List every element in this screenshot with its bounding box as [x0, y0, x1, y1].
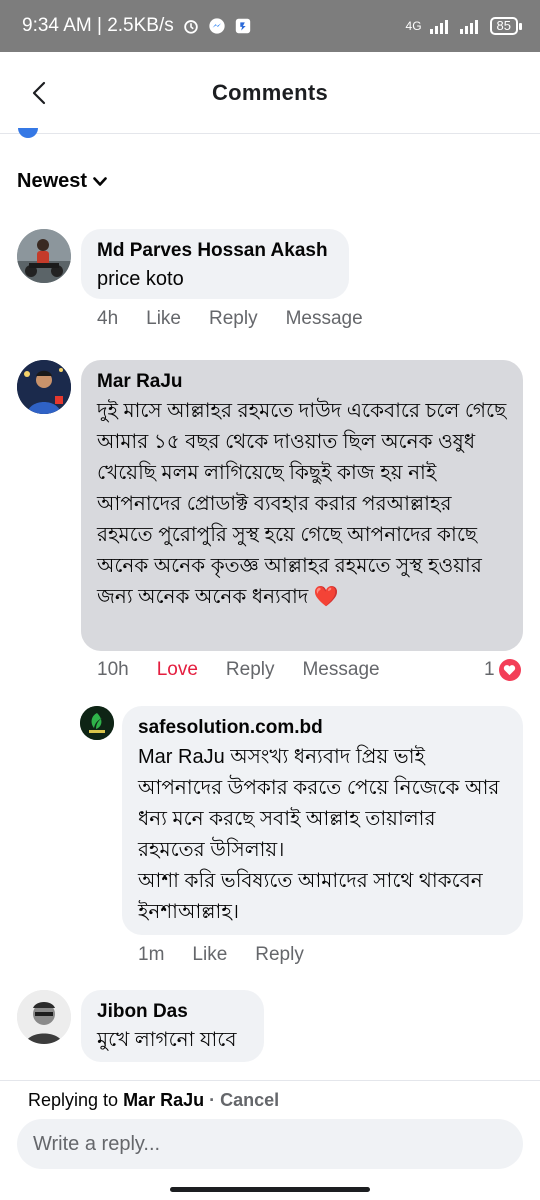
- comment-time: 4h: [97, 308, 119, 329]
- comment-bubble[interactable]: Mar RaJu দুই মাসে আল্লাহর রহমতে দাউদ একে…: [81, 360, 523, 651]
- page-avatar[interactable]: [80, 706, 114, 740]
- messenger-icon: [209, 18, 225, 34]
- comment-actions: 1m Like Reply: [138, 944, 332, 966]
- scroll-indicator: [18, 128, 38, 138]
- page-title: Comments: [211, 79, 329, 105]
- comment-actions: 4h Like Reply Message: [97, 308, 391, 330]
- network-type: 4G: [405, 19, 422, 33]
- sort-dropdown[interactable]: Newest: [17, 170, 107, 193]
- comment-author[interactable]: Md Parves Hossan Akash: [97, 237, 333, 265]
- user-photo-icon: [17, 360, 71, 414]
- comment-text: price koto: [97, 268, 184, 290]
- heart-reaction-icon: [498, 659, 521, 681]
- comment-text: Mar RaJu অসংখ্য ধন্যবাদ প্রিয় ভাই আপনাদ…: [138, 746, 500, 923]
- header: Comments: [0, 52, 540, 134]
- logo-icon: [80, 706, 114, 740]
- reaction-count: 1: [484, 659, 495, 680]
- comment-time: 1m: [138, 944, 165, 965]
- alarm-icon: [184, 20, 198, 34]
- chevron-down-icon: [93, 176, 107, 186]
- comment-author[interactable]: Mar RaJu: [97, 368, 507, 396]
- status-time: 9:34 AM | 2.5KB/s: [22, 15, 174, 36]
- like-button[interactable]: Like: [192, 944, 227, 966]
- battery-indicator: 85: [489, 17, 523, 35]
- comment-text: দুই মাসে আল্লাহর রহমতে দাউদ একেবারে চলে …: [97, 400, 507, 608]
- reaction-summary[interactable]: 1: [484, 659, 521, 681]
- message-button[interactable]: Message: [302, 659, 379, 681]
- comment-bubble[interactable]: safesolution.com.bd Mar RaJu অসংখ্য ধন্য…: [122, 706, 523, 935]
- replying-to-label: Replying to Mar RaJu · Cancel: [28, 1090, 279, 1111]
- app-notification-icon: [235, 18, 250, 34]
- avatar[interactable]: [17, 990, 71, 1044]
- message-button[interactable]: Message: [286, 308, 363, 330]
- back-button[interactable]: [24, 78, 54, 108]
- comment-author[interactable]: Jibon Das: [97, 998, 248, 1026]
- cancel-reply-button[interactable]: · Cancel: [204, 1090, 279, 1110]
- reply-input[interactable]: [17, 1119, 523, 1169]
- reply-button[interactable]: Reply: [226, 659, 275, 681]
- replying-prefix: Replying to: [28, 1090, 124, 1110]
- reply-composer: Replying to Mar RaJu · Cancel: [0, 1080, 540, 1200]
- avatar[interactable]: [17, 229, 71, 283]
- comment-bubble[interactable]: Md Parves Hossan Akash price koto: [81, 229, 349, 299]
- home-indicator: [170, 1187, 370, 1192]
- comment-actions: 10h Love Reply Message: [97, 659, 408, 681]
- avatar[interactable]: [17, 360, 71, 414]
- chevron-left-icon: [32, 81, 46, 105]
- love-button[interactable]: Love: [157, 659, 198, 681]
- user-photo-icon: [17, 229, 71, 283]
- comment-time: 10h: [97, 659, 129, 680]
- signal-icon-2: [459, 20, 478, 34]
- signal-icon: [429, 20, 448, 34]
- status-bar: 9:34 AM | 2.5KB/s 4G 85: [0, 0, 540, 52]
- like-button[interactable]: Like: [146, 308, 181, 330]
- reply-button[interactable]: Reply: [255, 944, 304, 966]
- comment-text: মুখে লাগনো যাবে: [97, 1029, 237, 1051]
- user-photo-icon: [17, 990, 71, 1044]
- sort-label: Newest: [17, 170, 88, 192]
- replying-to-name: Mar RaJu: [123, 1090, 205, 1110]
- comment-bubble[interactable]: Jibon Das মুখে লাগনো যাবে: [81, 990, 264, 1062]
- comment-author[interactable]: safesolution.com.bd: [138, 714, 507, 742]
- reply-button[interactable]: Reply: [209, 308, 258, 330]
